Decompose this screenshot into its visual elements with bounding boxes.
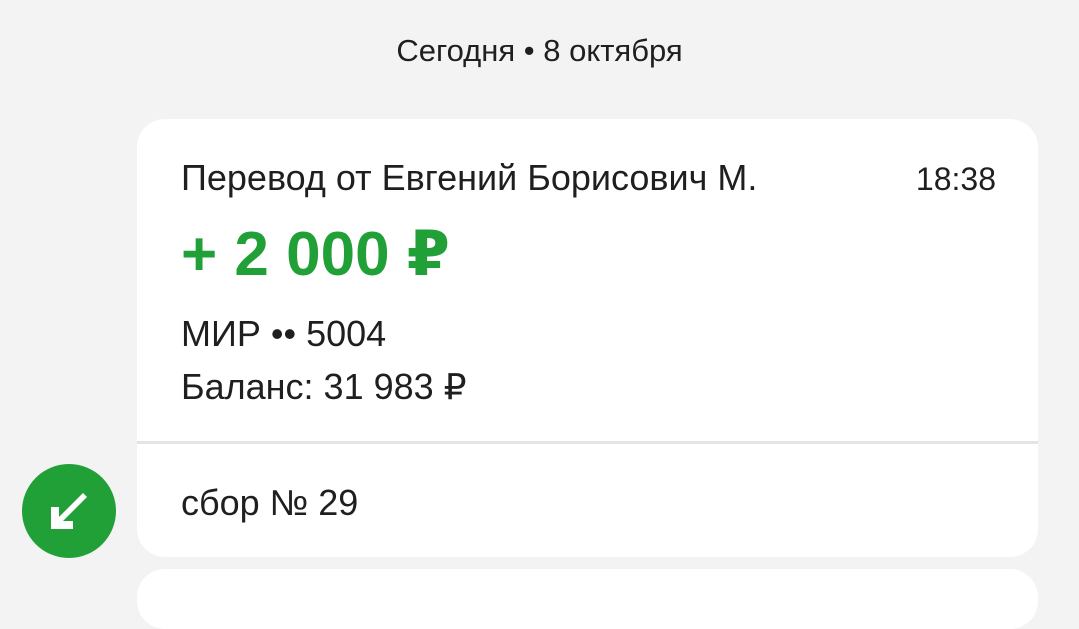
arrow-down-left-icon	[51, 493, 87, 529]
date-header: Сегодня • 8 октября	[396, 33, 683, 68]
transaction-comment: сбор № 29	[181, 482, 359, 523]
transaction-card[interactable]: Перевод от Евгений Борисович М. 18:38 + …	[137, 119, 1038, 557]
transaction-time: 18:38	[915, 161, 996, 197]
transaction-title: Перевод от Евгений Борисович М.	[181, 157, 758, 198]
card-number: МИР •• 5004	[181, 313, 387, 354]
divider	[137, 441, 1038, 444]
next-transaction-card[interactable]	[137, 569, 1038, 629]
incoming-transfer-badge	[22, 464, 116, 558]
transaction-amount: + 2 000 ₽	[181, 220, 450, 289]
transaction-details[interactable]: Перевод от Евгений Борисович М. 18:38 + …	[137, 119, 1038, 441]
balance: Баланс: 31 983 ₽	[181, 366, 467, 407]
